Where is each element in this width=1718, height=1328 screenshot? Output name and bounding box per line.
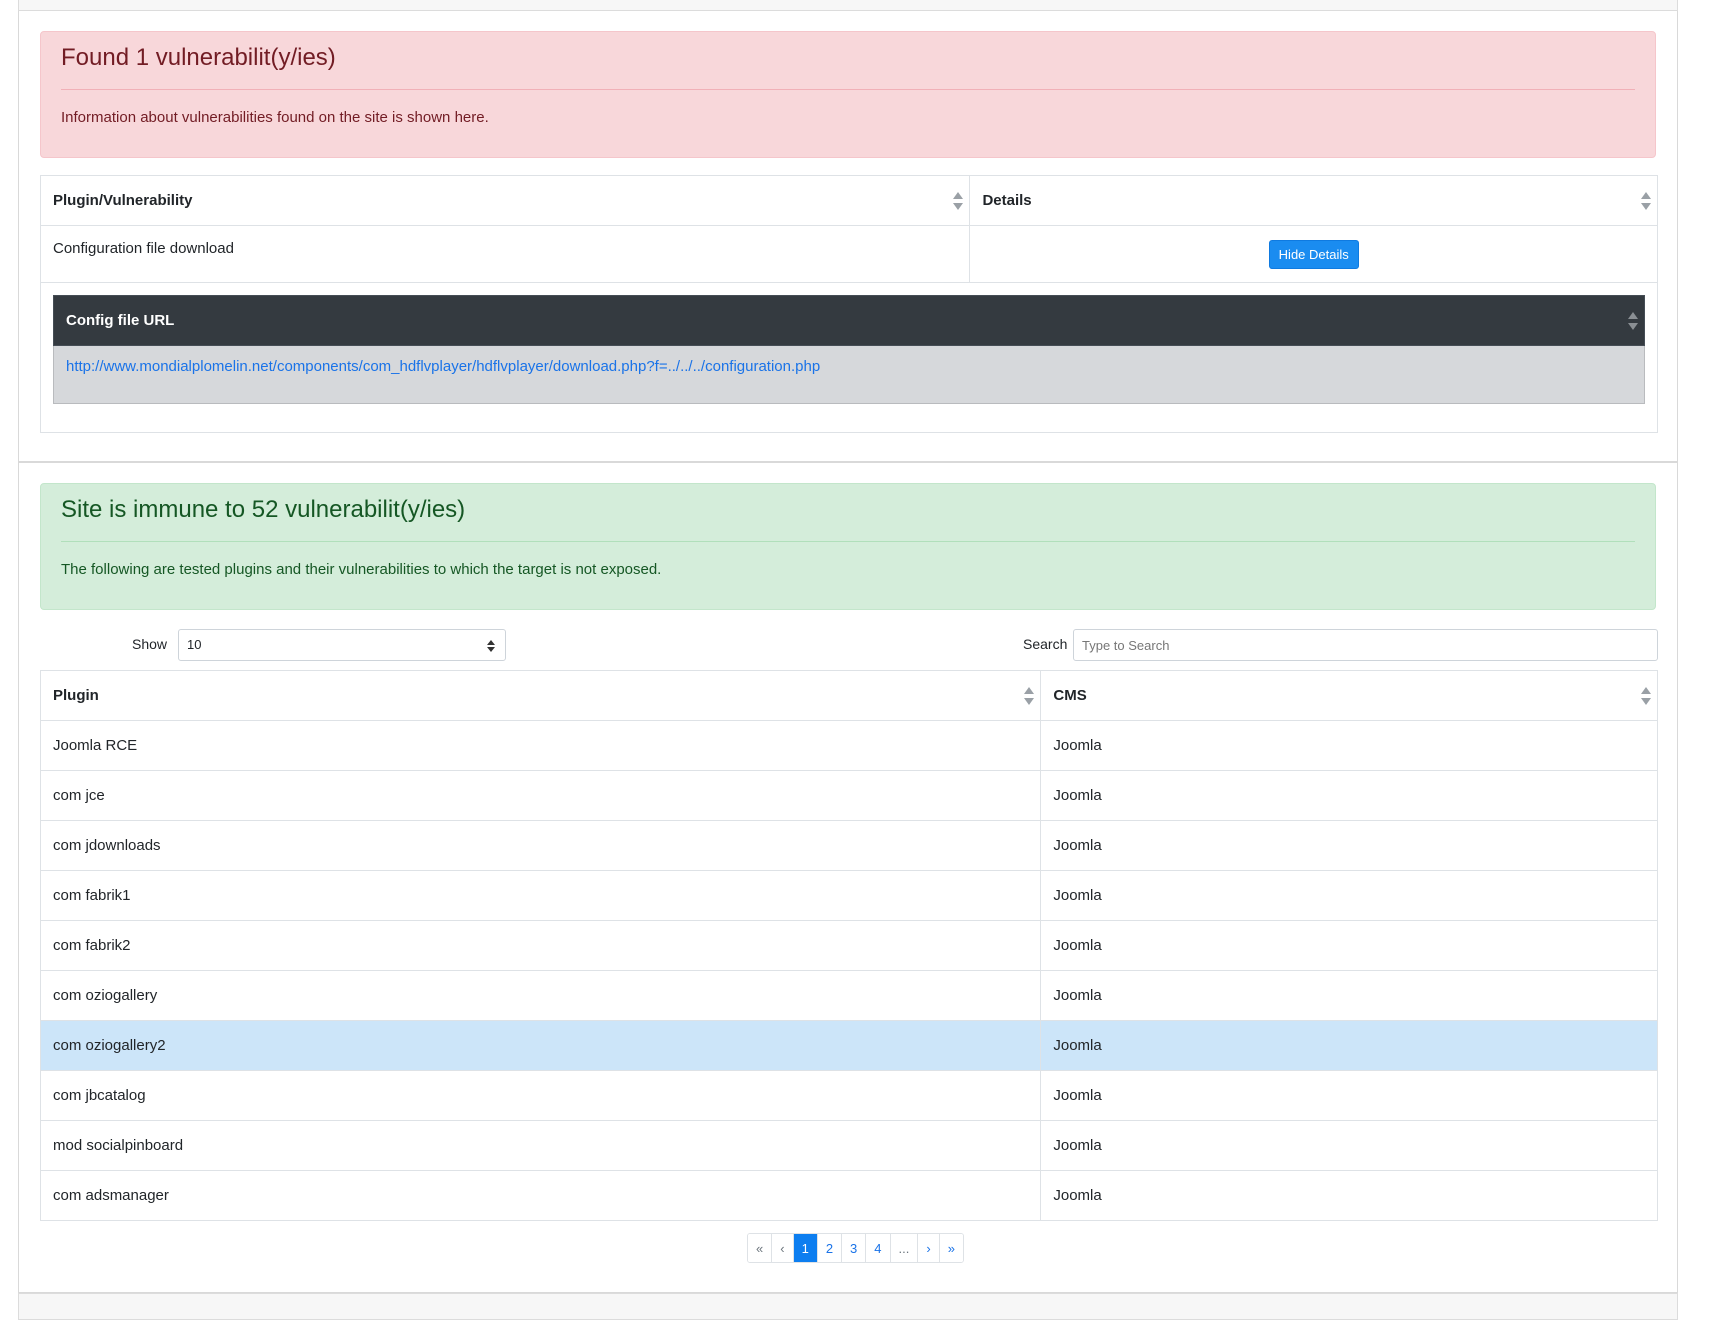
details-cell: Config file URL http://www.mondialplomel… [40,282,1658,433]
next-page-button[interactable]: › [918,1234,940,1262]
last-page-button[interactable]: » [939,1234,963,1262]
plugin-cell: com jbcatalog [39,1070,1042,1121]
found-description: Information about vulnerabilities found … [61,109,489,126]
config-header-row: Config file URL [53,295,1645,346]
found-alert: Found 1 vulnerabilit(y/ies) Information … [40,31,1656,158]
page-size-select[interactable]: 10 [178,629,506,661]
immune-panel: Site is immune to 52 vulnerabilit(y/ies)… [18,462,1678,1293]
cms-cell: Joomla [1040,1120,1658,1171]
page-button-4[interactable]: 4 [866,1234,891,1262]
sort-icon[interactable] [1641,686,1651,705]
cms-cell: Joomla [1040,1020,1658,1071]
vulnerability-table: Plugin/Vulnerability Details Configurati… [39,175,1658,433]
details-row: Config file URL http://www.mondialplomel… [40,282,1658,433]
table-row: http://www.mondialplomelin.net/component… [53,345,1645,404]
cms-cell: Joomla [1040,720,1658,771]
sort-icon[interactable] [953,191,964,210]
plugin-header-row: Plugin CMS [39,670,1658,721]
column-header-label: Details [982,192,1032,209]
table-row: Configuration file download Hide Details [39,225,1658,283]
table-row[interactable]: com oziogallery Joomla [39,970,1658,1021]
column-header-details[interactable]: Details [969,175,1658,226]
page-size-value: 10 [187,637,202,652]
plugin-cell: com jce [39,770,1042,821]
vuln-name-cell: Configuration file download [39,225,971,283]
table-row[interactable]: com fabrik2 Joomla [39,920,1658,971]
top-strip [18,0,1678,11]
table-row[interactable]: com jce Joomla [39,770,1658,821]
found-panel: Found 1 vulnerabilit(y/ies) Information … [18,11,1678,462]
column-header-cms[interactable]: CMS [1040,670,1658,721]
plugin-cell: com fabrik2 [39,920,1042,971]
search-input[interactable] [1073,629,1658,661]
page-button-1[interactable]: 1 [793,1234,818,1262]
sort-icon[interactable] [1024,686,1035,705]
table-row[interactable]: com jbcatalog Joomla [39,1070,1658,1121]
page-ellipsis: ... [890,1234,919,1262]
table-row[interactable]: com fabrik1 Joomla [39,870,1658,921]
cms-cell: Joomla [1040,1170,1658,1221]
column-header-label: Plugin [53,687,99,704]
plugin-cell: Joomla RCE [39,720,1042,771]
search-label: Search [1023,636,1068,652]
cms-cell: Joomla [1040,970,1658,1021]
sort-icon[interactable] [1641,191,1651,210]
cms-cell: Joomla [1040,770,1658,821]
cms-cell: Joomla [1040,820,1658,871]
column-header-config-url[interactable]: Config file URL [53,295,1645,346]
config-url-table: Config file URL http://www.mondialplomel… [53,295,1645,404]
immune-description: The following are tested plugins and the… [61,561,662,578]
immune-divider [61,541,1635,542]
plugin-cell: com oziogallery2 [39,1020,1042,1071]
table-row[interactable]: com jdownloads Joomla [39,820,1658,871]
previous-page-button[interactable]: ‹ [772,1234,794,1262]
immune-title: Site is immune to 52 vulnerabilit(y/ies) [61,496,466,523]
column-header-label: Config file URL [66,312,175,329]
plugin-cell: mod socialpinboard [39,1120,1042,1171]
found-title: Found 1 vulnerabilit(y/ies) [61,44,336,71]
plugin-cell: com fabrik1 [39,870,1042,921]
select-arrows-icon [487,640,495,652]
first-page-button[interactable]: « [748,1234,773,1262]
plugin-cell: com oziogallery [39,970,1042,1021]
scrollbar-track[interactable] [1700,0,1718,1328]
vuln-details-cell: Hide Details [969,225,1658,283]
cms-cell: Joomla [1040,1070,1658,1121]
column-header-plugin-vulnerability[interactable]: Plugin/Vulnerability [39,175,971,226]
page-button-2[interactable]: 2 [817,1234,843,1262]
cms-cell: Joomla [1040,920,1658,971]
immune-alert: Site is immune to 52 vulnerabilit(y/ies)… [40,483,1656,610]
table-row-highlighted[interactable]: com oziogallery2 Joomla [39,1020,1658,1071]
plugin-cell: com adsmanager [39,1170,1042,1221]
plugin-cell: com jdownloads [39,820,1042,871]
show-label: Show [132,636,168,652]
table-row[interactable]: com adsmanager Joomla [39,1170,1658,1221]
cms-cell: Joomla [1040,870,1658,921]
config-url-link[interactable]: http://www.mondialplomelin.net/component… [66,358,820,375]
column-header-label: CMS [1053,687,1087,704]
sort-icon[interactable] [1628,311,1638,330]
table-row[interactable]: mod socialpinboard Joomla [39,1120,1658,1171]
column-header-plugin[interactable]: Plugin [39,670,1042,721]
hide-details-button[interactable]: Hide Details [1268,239,1359,269]
plugin-table: Plugin CMS Joomla RCE Joomla com jce Joo… [39,670,1658,1221]
pagination: « ‹ 1 2 3 4 ... › » [747,1233,964,1263]
config-url-cell: http://www.mondialplomelin.net/component… [53,345,1645,404]
table-row[interactable]: Joomla RCE Joomla [39,720,1658,771]
page-button-3[interactable]: 3 [842,1234,867,1262]
bottom-strip [18,1293,1678,1320]
column-header-label: Plugin/Vulnerability [53,192,193,209]
table-controls: Show 10 Search [40,627,1658,663]
vuln-name: Configuration file download [53,240,234,257]
vuln-header-row: Plugin/Vulnerability Details [39,175,1658,226]
found-divider [61,89,1635,90]
